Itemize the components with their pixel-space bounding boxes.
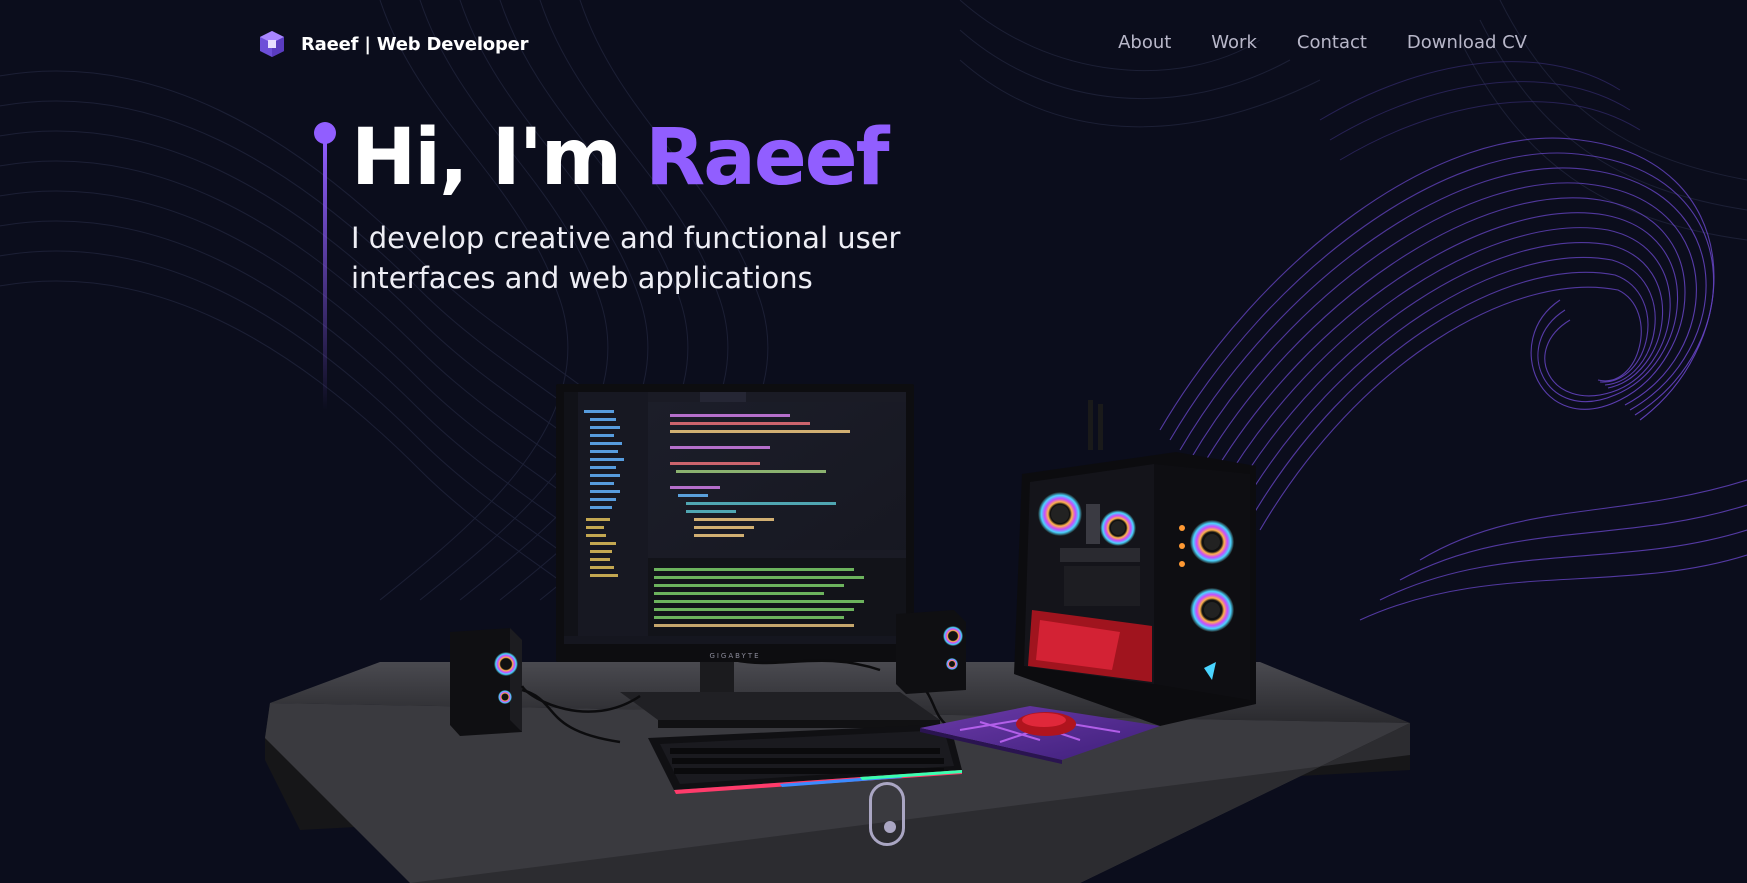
nav-link-work[interactable]: Work [1211,32,1257,53]
mouse-scroll-icon[interactable] [869,782,905,846]
hero-title-name: Raeef [645,113,889,203]
scroll-dot [884,821,896,833]
nav-link-about[interactable]: About [1118,32,1171,53]
monitor-brand-label: GIGABYTE [709,652,760,660]
pc-case [1014,400,1256,726]
hero-accent-line [314,122,336,412]
cube-logo-icon [260,31,284,57]
hero-title-prefix: Hi, I'm [351,113,646,203]
nav-link-download-cv[interactable]: Download CV [1407,32,1527,53]
right-speaker [896,610,966,694]
navbar: Raeef | Web Developer About Work Contact… [0,0,1747,90]
brand-logo-link[interactable]: Raeef | Web Developer [257,28,529,60]
monitor: GIGABYTE [556,384,914,662]
mouse [1016,712,1076,736]
brand-name: Raeef | Web Developer [301,33,529,55]
nav-link-contact[interactable]: Contact [1297,32,1367,53]
nav-links: About Work Contact Download CV [1118,32,1527,53]
hero-title: Hi, I'm Raeef [351,112,890,204]
left-speaker [450,628,522,736]
hero-subtitle: I develop creative and functional user i… [351,221,901,295]
desk-setup-3d[interactable]: GIGABYTE [260,370,1420,883]
